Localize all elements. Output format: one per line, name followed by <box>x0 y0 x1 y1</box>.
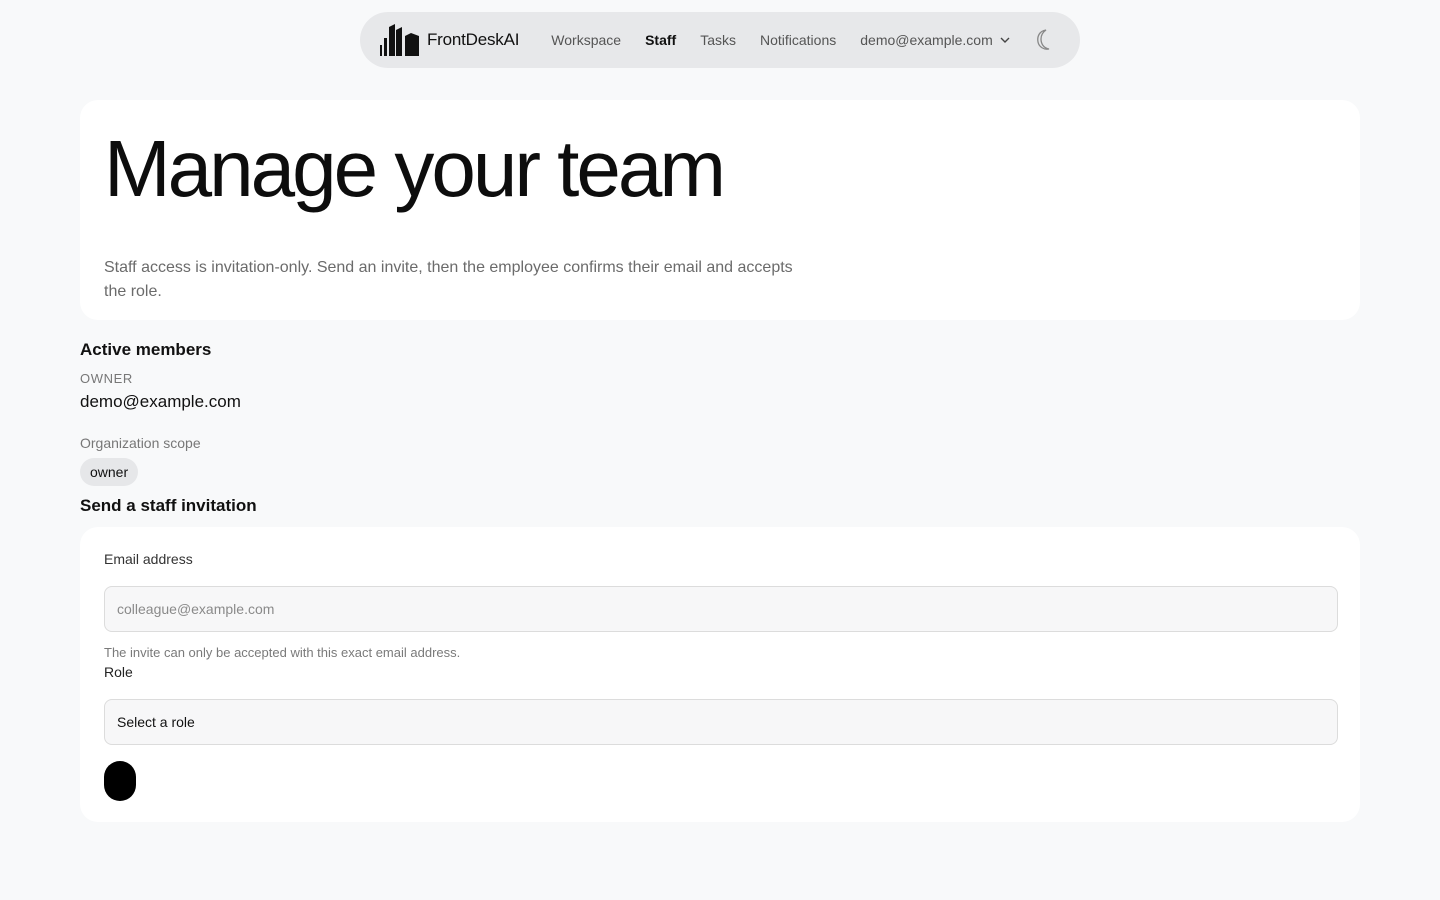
account-email: demo@example.com <box>860 32 993 48</box>
active-members-heading: Active members <box>80 340 212 359</box>
buildings-logo-icon <box>380 24 419 56</box>
email-hint: The invite can only be accepted with thi… <box>104 645 461 660</box>
email-label: Email address <box>104 551 193 567</box>
brand-link[interactable]: FrontDeskAI <box>380 24 519 56</box>
theme-toggle[interactable] <box>1033 26 1053 54</box>
scope-label: Organization scope <box>80 435 201 451</box>
nav-tasks[interactable]: Tasks <box>700 32 736 48</box>
invite-form: Email address The invite can only be acc… <box>80 527 1360 822</box>
member-list: OWNER demo@example.com Organization scop… <box>80 370 680 486</box>
account-menu[interactable]: demo@example.com <box>860 32 1011 48</box>
role-chip: owner <box>80 458 139 486</box>
brand-name: FrontDeskAI <box>427 30 520 49</box>
member-item: OWNER demo@example.com Organization scop… <box>80 370 680 486</box>
nav-workspace[interactable]: Workspace <box>551 32 621 48</box>
send-invite-button[interactable] <box>104 761 136 801</box>
page-description: Staff access is invitation-only. Send an… <box>104 259 793 300</box>
role-label: Role <box>104 664 133 680</box>
role-select-value: Select a role <box>117 714 195 730</box>
top-navigation: FrontDeskAI Workspace Staff Tasks Notifi… <box>360 12 1080 68</box>
chevron-down-icon <box>1000 37 1010 43</box>
nav-staff[interactable]: Staff <box>645 32 676 48</box>
email-input[interactable] <box>104 586 1338 632</box>
nav-notifications[interactable]: Notifications <box>760 32 836 48</box>
moon-icon <box>1036 29 1049 50</box>
member-role-caption: OWNER <box>80 371 133 386</box>
role-select[interactable]: Select a role <box>104 699 1338 745</box>
page-header-card: Manage your team Staff access is invitat… <box>80 100 1360 320</box>
invite-heading: Send a staff invitation <box>80 496 257 515</box>
member-email: demo@example.com <box>80 392 241 411</box>
page-title: Manage your team <box>104 124 726 213</box>
primary-nav: Workspace Staff Tasks Notifications demo… <box>551 32 1010 48</box>
